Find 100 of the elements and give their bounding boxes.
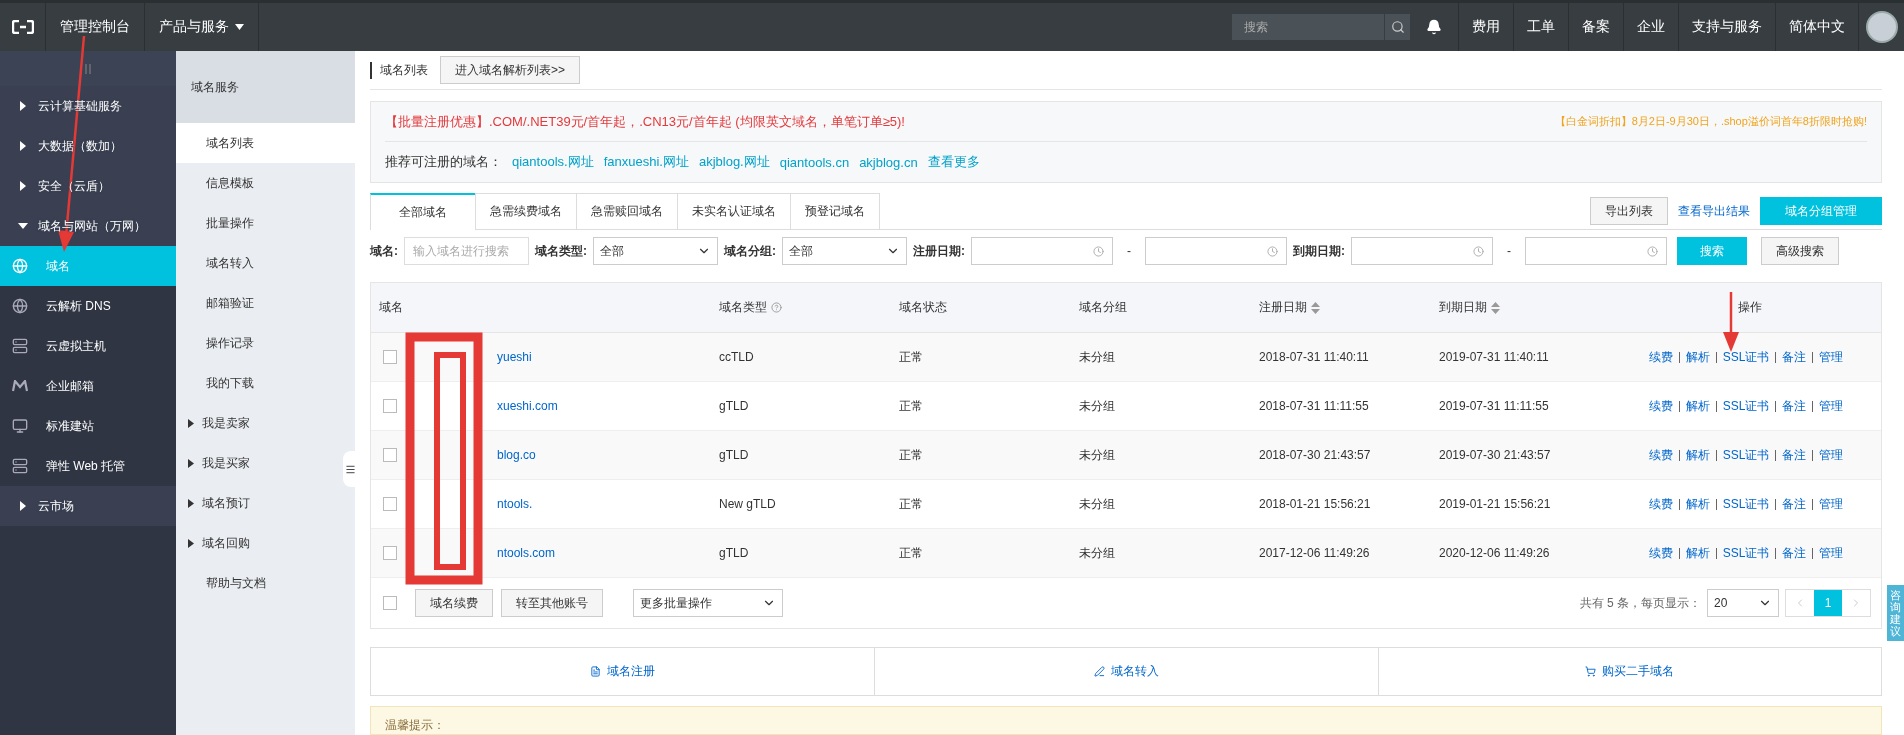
action-link[interactable]: 解析	[1685, 446, 1710, 464]
date-field[interactable]	[971, 237, 1113, 266]
table-cell-text: 未分组	[1078, 544, 1116, 562]
search-icon	[1390, 20, 1405, 34]
action-link[interactable]: 管理	[1819, 348, 1844, 366]
sub-navigation-item[interactable]: 域名回购	[176, 523, 355, 563]
domain-link[interactable]: blog.co	[497, 448, 536, 463]
date-field[interactable]	[1351, 237, 1493, 266]
domain-link[interactable]: xueshi.com	[497, 399, 558, 414]
action-link[interactable]: 备注	[1782, 348, 1807, 366]
column-header[interactable]: 到期日期	[1431, 299, 1611, 317]
sort-icon[interactable]	[1491, 301, 1500, 314]
sub-navigation-item[interactable]: 域名列表	[176, 123, 355, 163]
sort-icon[interactable]	[1311, 301, 1320, 314]
top-link[interactable]: 企业	[1623, 3, 1678, 51]
top-link[interactable]: 工单	[1513, 3, 1568, 51]
table-cell-text: 正常	[898, 446, 924, 464]
action-link[interactable]: SSL证书	[1722, 397, 1770, 415]
filter-label: 到期日期:	[1293, 242, 1345, 260]
sub-navigation-item[interactable]: 帮助与文档	[176, 563, 355, 603]
top-link[interactable]: 简体中文	[1775, 3, 1858, 51]
table-cell-text: 正常	[898, 397, 924, 415]
batch-select[interactable]: 更多批量操作	[633, 589, 783, 618]
action-link[interactable]: 解析	[1685, 544, 1710, 562]
action-link[interactable]: 管理	[1819, 397, 1844, 415]
top-link[interactable]: 支持与服务	[1678, 3, 1775, 51]
select-field[interactable]: 全部	[593, 237, 718, 266]
dns-list-button[interactable]: 进入域名解析列表>>	[440, 56, 580, 85]
tab[interactable]: 预登记域名	[790, 193, 880, 230]
action-link[interactable]: 解析	[1685, 348, 1710, 366]
row-checkbox[interactable]	[383, 448, 397, 463]
action-link[interactable]: SSL证书	[1722, 348, 1770, 366]
action-link[interactable]: 续费	[1648, 544, 1673, 562]
help-icon[interactable]	[771, 302, 782, 314]
table-cell-text: 2019-07-31 11:11:55	[1438, 399, 1550, 414]
drag-handle-icon[interactable]	[84, 63, 92, 74]
column-header[interactable]: 注册日期	[1251, 299, 1431, 317]
batch-button[interactable]: 域名续费	[415, 589, 493, 618]
page-size-select[interactable]: 20	[1707, 589, 1779, 618]
select-field[interactable]: 全部	[782, 237, 907, 266]
annotation-arrow	[1723, 292, 1739, 352]
top-link[interactable]: 费用	[1458, 3, 1513, 51]
sub-navigation-item[interactable]: 域名预订	[176, 483, 355, 523]
action-link[interactable]: 管理	[1819, 446, 1844, 464]
avatar[interactable]	[1865, 11, 1898, 43]
action-link[interactable]: 备注	[1782, 446, 1807, 464]
top-link[interactable]: 备案	[1568, 3, 1623, 51]
sidebar-group[interactable]: 云市场	[0, 486, 176, 526]
action-link[interactable]: 管理	[1819, 495, 1844, 513]
search-button[interactable]	[1384, 14, 1410, 40]
shortcut-link[interactable]: 域名注册	[371, 648, 875, 695]
sub-navigation-item[interactable]: 我的下载	[176, 363, 355, 403]
action-link[interactable]: SSL证书	[1722, 446, 1770, 464]
action-link[interactable]: 续费	[1648, 495, 1673, 513]
action-link[interactable]: 备注	[1782, 544, 1807, 562]
domain-search-field[interactable]: 输入域名进行搜索	[404, 237, 529, 266]
domain-link[interactable]: ntools.	[497, 497, 533, 512]
action-link[interactable]: SSL证书	[1722, 495, 1770, 513]
sidebar-group[interactable]: 安全（云盾）	[0, 166, 176, 206]
date-field[interactable]	[1145, 237, 1287, 266]
row-checkbox[interactable]	[383, 497, 397, 512]
search-field[interactable]: 搜索	[1232, 14, 1384, 40]
action-link[interactable]: 续费	[1648, 348, 1673, 366]
action-link[interactable]: 备注	[1782, 397, 1807, 415]
clock-icon	[1093, 245, 1104, 257]
export-results-link[interactable]: 查看导出结果	[1678, 202, 1750, 220]
action-link[interactable]: SSL证书	[1722, 544, 1770, 562]
shortcut-link[interactable]: 域名转入	[874, 648, 1378, 695]
action-link[interactable]: 解析	[1685, 397, 1710, 415]
bell-icon[interactable]	[1426, 19, 1442, 35]
caret-right-icon	[188, 458, 194, 468]
export-button[interactable]: 导出列表	[1590, 197, 1668, 226]
action-link[interactable]: 备注	[1782, 495, 1807, 513]
table-cell-text: 2019-07-30 21:43:57	[1438, 448, 1552, 463]
table-cell-text: 2019-01-21 15:56:21	[1438, 497, 1552, 512]
sub-navigation-item[interactable]: 信息模板	[176, 163, 355, 203]
collapse-tab[interactable]	[343, 451, 357, 487]
clock-icon	[1267, 245, 1278, 257]
sub-navigation-item[interactable]: 我是卖家	[176, 403, 355, 443]
sub-navigation-item[interactable]: 域名转入	[176, 243, 355, 283]
row-checkbox[interactable]	[383, 546, 397, 561]
action-link[interactable]: 解析	[1685, 495, 1710, 513]
tab[interactable]: 全部域名	[370, 193, 476, 231]
sub-navigation-item[interactable]: 邮箱验证	[176, 283, 355, 323]
row-checkbox[interactable]	[383, 350, 397, 365]
action-link[interactable]: 续费	[1648, 397, 1673, 415]
globe-icon	[12, 258, 28, 274]
caret-right-icon	[188, 498, 194, 508]
select-all-checkbox[interactable]	[383, 596, 397, 611]
row-checkbox[interactable]	[383, 399, 397, 414]
domain-link[interactable]: yueshi	[497, 350, 532, 365]
batch-button[interactable]: 转至其他账号	[501, 589, 603, 618]
advanced-search-button[interactable]: 高级搜索	[1761, 237, 1839, 266]
domain-link[interactable]: ntools.com	[497, 546, 556, 561]
date-field[interactable]	[1525, 237, 1667, 266]
action-link[interactable]: 管理	[1819, 544, 1844, 562]
action-link[interactable]: 续费	[1648, 446, 1673, 464]
shortcut-link[interactable]: 购买二手域名	[1377, 648, 1881, 695]
sub-navigation-item[interactable]: 批量操作	[176, 203, 355, 243]
sub-navigation-item[interactable]: 操作记录	[176, 323, 355, 363]
